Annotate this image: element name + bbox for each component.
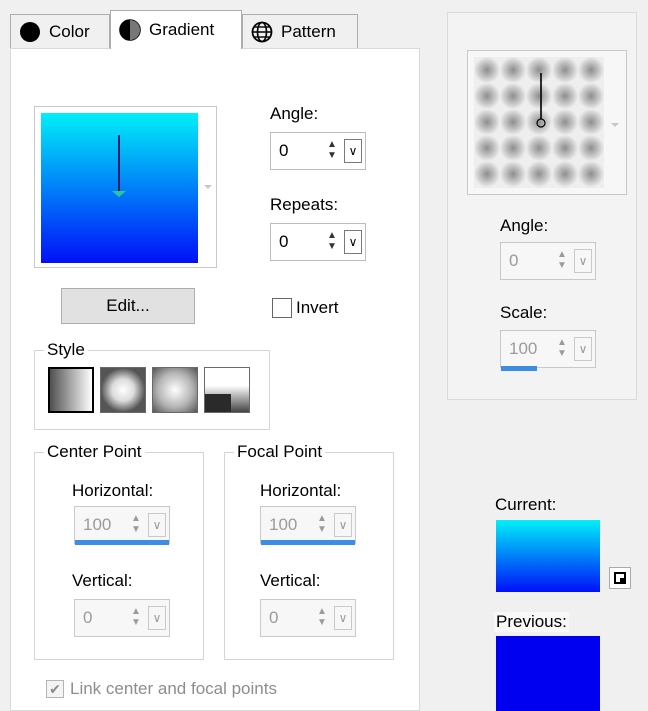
style-legend: Style [44,340,88,360]
spin-up-down-icon[interactable]: ▲ ▼ [313,513,331,537]
chevron-down-icon[interactable]: ∨ [574,337,592,361]
style-corner-button[interactable] [204,367,250,413]
focal-horizontal-bar [261,540,355,545]
dropdown-arrow-icon[interactable] [203,183,213,191]
pattern-scale-label: Scale: [500,303,548,322]
chevron-down-icon[interactable]: ∨ [334,606,352,630]
repeats-label: Repeats: [270,195,339,214]
pattern-scale-bar [501,366,537,371]
chevron-down-icon[interactable]: ∨ [344,230,362,254]
swap-colors-icon[interactable] [609,567,631,589]
gradient-preview[interactable] [34,106,217,268]
focal-vertical-label: Vertical: [260,571,321,590]
half-circle-icon [119,19,141,41]
angle-handle-icon[interactable] [532,71,550,131]
link-points-label: Link center and focal points [70,679,277,698]
spin-up-down-icon[interactable]: ▲ ▼ [127,513,145,537]
center-horizontal-spinbox[interactable]: 100 ▲ ▼ ∨ [74,506,170,544]
focal-point-legend: Focal Point [234,442,326,462]
focal-horizontal-spinbox[interactable]: 100 ▲ ▼ ∨ [260,506,356,544]
pattern-angle-value: 0 [509,251,519,270]
tab-color-label: Color [49,21,90,41]
angle-value: 0 [279,141,289,160]
pattern-angle-spinbox[interactable]: 0 ▲ ▼ ∨ [500,242,596,280]
invert-label: Invert [296,298,339,317]
tab-color[interactable]: Color [10,14,110,48]
tab-gradient-label: Gradient [149,20,215,39]
chevron-down-icon[interactable]: ∨ [148,513,166,537]
angle-handle-icon[interactable] [107,133,131,203]
pattern-scale-spinbox[interactable]: 100 ▲ ▼ ∨ [500,330,596,368]
swap-icon-fill [620,578,626,584]
tab-pattern[interactable]: Pattern [242,14,358,48]
center-vertical-label: Vertical: [72,571,133,590]
spin-up-down-icon[interactable]: ▲ ▼ [313,606,331,630]
center-vertical-value: 0 [83,608,93,627]
link-points-checkbox[interactable]: ✔ [46,680,64,698]
filled-circle-icon [20,21,40,42]
tab-pattern-label: Pattern [281,21,336,41]
chevron-down-icon[interactable]: ∨ [334,513,352,537]
previous-swatch [496,636,600,711]
spin-up-down-icon[interactable]: ▲ ▼ [553,249,571,273]
spin-up-down-icon[interactable]: ▲ ▼ [323,230,341,254]
spin-up-down-icon[interactable]: ▲ ▼ [127,606,145,630]
angle-label: Angle: [270,104,319,123]
corner-shape [205,394,231,412]
spin-up-down-icon[interactable]: ▲ ▼ [323,139,341,163]
edit-gradient-button[interactable]: Edit... [61,288,195,324]
center-vertical-spinbox[interactable]: 0 ▲ ▼ ∨ [74,599,170,637]
focal-vertical-spinbox[interactable]: 0 ▲ ▼ ∨ [260,599,356,637]
style-rectangular-button[interactable] [100,367,146,413]
center-point-legend: Center Point [44,442,145,462]
center-horizontal-label: Horizontal: [72,481,154,500]
chevron-down-icon[interactable]: ∨ [148,606,166,630]
current-label: Current: [495,495,557,514]
style-linear-button[interactable] [48,367,94,413]
pattern-scale-value: 100 [509,339,538,358]
current-swatch [496,520,600,592]
style-radial-button[interactable] [152,367,198,413]
repeats-spinbox[interactable]: 0 ▲ ▼ ∨ [270,223,366,261]
angle-spinbox[interactable]: 0 ▲ ▼ ∨ [270,132,366,170]
repeats-value: 0 [279,232,289,251]
previous-label: Previous: [494,612,569,632]
dropdown-arrow-icon[interactable] [610,121,620,129]
spin-up-down-icon[interactable]: ▲ ▼ [553,337,571,361]
chevron-down-icon[interactable]: ∨ [344,139,362,163]
invert-checkbox[interactable] [272,298,292,318]
pattern-angle-label: Angle: [500,216,549,235]
center-horizontal-bar [75,540,169,545]
tab-gradient[interactable]: Gradient [110,10,242,49]
pattern-preview[interactable] [467,50,627,195]
chevron-down-icon[interactable]: ∨ [574,249,592,273]
center-horizontal-value: 100 [83,515,112,534]
focal-horizontal-value: 100 [269,515,298,534]
edit-button-label: Edit... [106,296,150,315]
globe-grid-icon [251,21,273,42]
focal-horizontal-label: Horizontal: [260,481,342,500]
focal-vertical-value: 0 [269,608,279,627]
